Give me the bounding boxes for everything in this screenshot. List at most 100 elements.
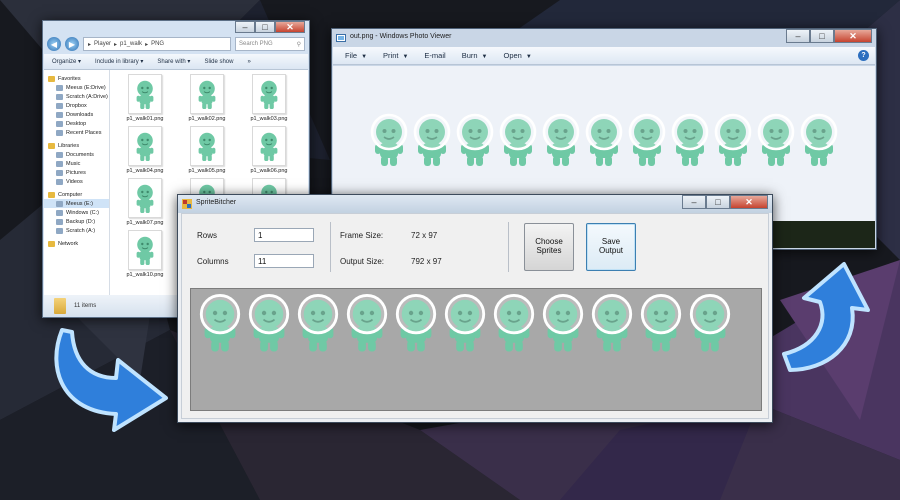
search-input[interactable]: Search PNG ⚲	[235, 37, 305, 51]
sprite-frame	[195, 293, 244, 357]
nav-item[interactable]: Pictures	[44, 168, 109, 177]
file-thumbnail	[190, 126, 224, 166]
search-icon: ⚲	[296, 41, 301, 48]
maximize-button[interactable]: □	[255, 21, 275, 33]
file-item[interactable]: p1_walk07.png	[120, 178, 170, 232]
breadcrumb-item[interactable]: p1_walk	[120, 41, 142, 47]
nav-item[interactable]: Scratch (A:)	[44, 226, 109, 235]
nav-item[interactable]: Meeus (E:Drive)	[44, 83, 109, 92]
breadcrumb-item[interactable]: Player	[94, 41, 111, 47]
nav-item[interactable]: Downloads	[44, 110, 109, 119]
search-placeholder: Search PNG	[239, 41, 273, 47]
command-overflow[interactable]: »	[247, 59, 250, 65]
nav-item[interactable]: Computer	[44, 190, 109, 199]
nav-item[interactable]: Network	[44, 239, 109, 248]
close-button[interactable]: ✕	[834, 29, 872, 43]
file-thumbnail	[128, 74, 162, 114]
nav-item[interactable]: Videos	[44, 177, 109, 186]
sprite-figure-icon	[198, 132, 216, 161]
file-item[interactable]: p1_walk01.png	[120, 74, 170, 128]
file-item[interactable]: p1_walk02.png	[182, 74, 232, 128]
breadcrumb-separator-icon: ▸	[145, 41, 149, 48]
menu-print[interactable]: Print ▼	[383, 51, 408, 60]
sprite-figure-icon	[136, 236, 154, 265]
nav-item[interactable]: Recent Places	[44, 128, 109, 137]
close-button[interactable]: ✕	[730, 195, 768, 209]
folder-icon	[54, 297, 66, 314]
menu-file[interactable]: File ▼	[345, 51, 367, 60]
sprite-frame	[582, 110, 625, 172]
columns-input[interactable]	[254, 254, 314, 268]
music-icon	[56, 160, 63, 167]
sprite-figure-icon	[671, 113, 708, 166]
file-thumbnail	[128, 178, 162, 218]
maximize-button[interactable]: □	[810, 29, 834, 43]
file-item[interactable]: p1_walk05.png	[182, 126, 232, 180]
command-include-in-library[interactable]: Include in library ▾	[95, 58, 143, 65]
downloads-icon	[56, 111, 63, 118]
sprite-figure-icon	[395, 293, 436, 352]
sprite-figure-icon	[714, 113, 751, 166]
nav-item[interactable]: Documents	[44, 150, 109, 159]
navigation-pane: Favorites Meeus (E:Drive) Scratch (A:Drive…	[44, 70, 110, 295]
sprite-figure-icon	[346, 293, 387, 352]
drive-icon	[56, 209, 63, 216]
menu-burn[interactable]: Burn ▼	[462, 51, 488, 60]
drive-icon	[56, 93, 63, 100]
address-bar[interactable]: ▸ Player ▸ p1_walk ▸ PNG	[83, 37, 231, 51]
sprite-frame	[391, 293, 440, 357]
file-item[interactable]: p1_walk03.png	[244, 74, 294, 128]
minimize-button[interactable]: –	[682, 195, 706, 209]
command-slide-show[interactable]: Slide show	[204, 59, 233, 65]
nav-item[interactable]: Scratch (A:Drive)	[44, 92, 109, 101]
breadcrumb-item[interactable]: PNG	[151, 41, 164, 47]
star-icon	[48, 75, 55, 82]
file-item[interactable]: p1_walk06.png	[244, 126, 294, 180]
explorer-address-row: ◀ ▶ ▸ Player ▸ p1_walk ▸ PNG Search PNG …	[47, 35, 305, 53]
file-name: p1_walk10.png	[126, 272, 164, 278]
nav-item[interactable]: Meeus (E:)	[44, 199, 109, 208]
nav-item[interactable]: Dropbox	[44, 101, 109, 110]
drive-icon	[56, 227, 63, 234]
curved-arrow-icon	[54, 328, 168, 432]
forward-button[interactable]: ▶	[65, 37, 79, 51]
curved-arrow-icon	[782, 262, 870, 372]
command-organize[interactable]: Organize ▾	[52, 58, 81, 65]
choose-sprites-button[interactable]: Choose Sprites	[524, 223, 574, 271]
save-output-button[interactable]: Save Output	[586, 223, 636, 271]
nav-item[interactable]: Libraries	[44, 141, 109, 150]
nav-item[interactable]: Desktop	[44, 119, 109, 128]
nav-item-label: Videos	[66, 178, 83, 185]
nav-item[interactable]: Windows (C:)	[44, 208, 109, 217]
nav-item[interactable]: Favorites	[44, 74, 109, 83]
file-thumbnail	[252, 126, 286, 166]
file-item[interactable]: p1_walk04.png	[120, 126, 170, 180]
nav-item-label: Pictures	[66, 169, 86, 176]
sprite-frame	[453, 110, 496, 172]
maximize-button[interactable]: □	[706, 195, 730, 209]
item-count: 11 items	[74, 302, 97, 309]
nav-item-label: Network	[58, 240, 79, 247]
file-name: p1_walk02.png	[188, 116, 226, 122]
rows-input[interactable]	[254, 228, 314, 242]
nav-item[interactable]: Music	[44, 159, 109, 168]
menu-email[interactable]: E-mail	[424, 51, 445, 60]
minimize-button[interactable]: –	[786, 29, 810, 43]
divider	[330, 222, 331, 272]
sprite-frame	[440, 293, 489, 357]
file-item[interactable]: p1_walk10.png	[120, 230, 170, 284]
menu-file-label: File	[345, 51, 358, 60]
sprite-frame	[342, 293, 391, 357]
nav-item-label: Meeus (E:Drive)	[66, 84, 106, 91]
help-icon[interactable]: ?	[858, 50, 869, 61]
command-share-with[interactable]: Share with ▾	[157, 58, 190, 65]
menu-open[interactable]: Open ▼	[503, 51, 531, 60]
menu-print-label: Print	[383, 51, 399, 60]
minimize-button[interactable]: –	[235, 21, 255, 33]
chevron-down-icon: ▼	[361, 54, 368, 60]
close-button[interactable]: ✕	[275, 21, 305, 33]
sprite-figure-icon	[136, 132, 154, 161]
sprite-frame	[293, 293, 342, 357]
back-button[interactable]: ◀	[47, 37, 61, 51]
nav-item[interactable]: Backup (D:)	[44, 217, 109, 226]
